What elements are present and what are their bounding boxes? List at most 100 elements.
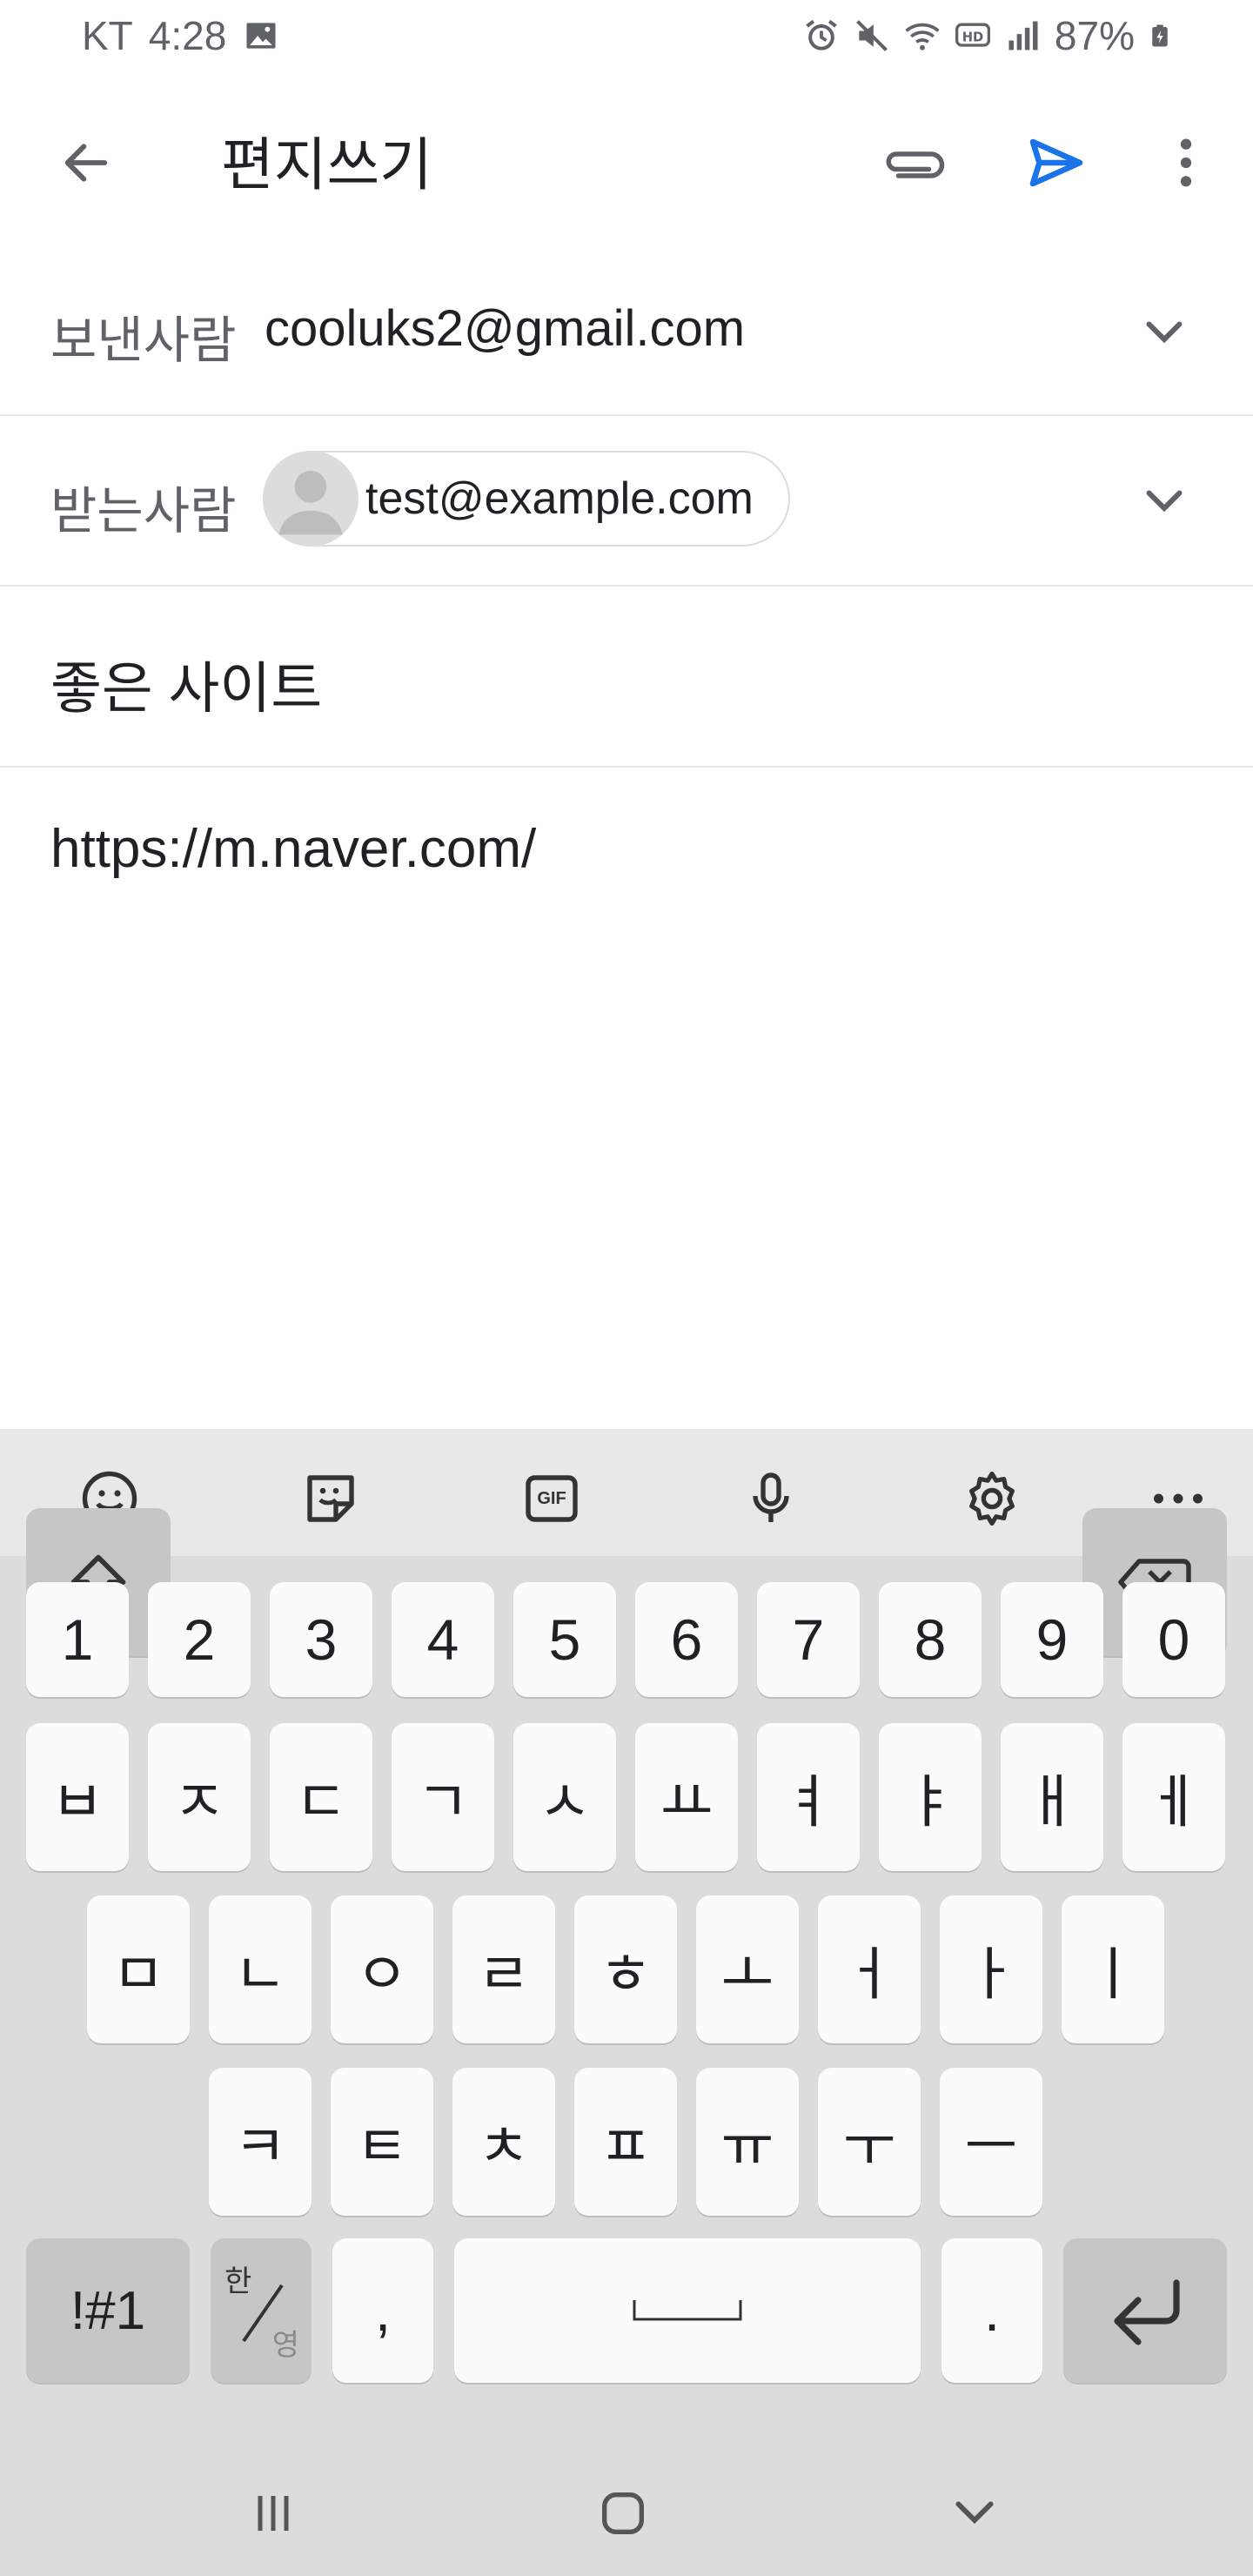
number-key[interactable]: 8 [879,1582,982,1697]
letter-key[interactable]: ㄷ [270,1723,372,1871]
number-key[interactable]: 2 [148,1582,251,1697]
letter-key[interactable]: ㅊ [452,2068,555,2216]
more-horiz-icon [1154,1493,1203,1504]
to-row[interactable]: 받는사람 test@example.com [0,416,1253,587]
letter-key[interactable]: ㅁ [87,1895,190,2043]
space-bar-icon [633,2300,742,2321]
letter-key[interactable]: ㅓ [818,1895,921,2043]
number-key[interactable]: 9 [1001,1582,1103,1697]
letter-key-label: ㅎ [599,1942,653,2006]
letter-key[interactable]: ㅠ [696,2068,799,2216]
number-key[interactable]: 3 [270,1582,372,1697]
carrier: KT [82,13,133,58]
chevron-down-icon[interactable] [1138,473,1190,526]
letter-key[interactable]: ㅇ [331,1895,433,2043]
recents-button[interactable] [238,2479,308,2548]
signal-icon [1008,21,1038,50]
lang-key-bottom: 영 [271,2329,299,2362]
number-key[interactable]: 0 [1122,1582,1225,1697]
to-label: 받는사람 [50,483,237,540]
letter-key[interactable]: ㅂ [26,1723,129,1871]
letter-key[interactable]: ㅗ [696,1895,799,2043]
battery-charging-icon [1152,24,1168,47]
voice-input-button[interactable] [738,1466,804,1532]
space-key[interactable] [454,2238,921,2383]
letter-key-label: ㅂ [50,1769,104,1834]
sticker-button[interactable] [298,1466,364,1532]
letter-key[interactable]: ㅎ [574,1895,677,2043]
letter-key[interactable]: ㄴ [209,1895,312,2043]
symbols-key-label: !#1 [70,2280,146,2341]
letter-key[interactable]: ㅏ [940,1895,1042,2043]
letter-key[interactable]: ㅑ [879,1723,982,1871]
subject-field[interactable]: 좋은 사이트 [0,587,1253,768]
chevron-down-icon[interactable] [1138,305,1190,357]
letter-key[interactable]: ㅈ [148,1723,251,1871]
letter-key-label: ㅁ [111,1942,165,2006]
letter-key[interactable]: ㅕ [757,1723,860,1871]
letter-key-label: ㅑ [903,1769,957,1834]
letter-key-label: ㄴ [233,1942,287,2006]
enter-key[interactable] [1063,2238,1227,2383]
more-vert-icon [1180,138,1192,187]
back-arrow-icon [64,144,108,182]
number-key-label: 4 [426,1607,459,1672]
symbols-key[interactable]: !#1 [26,2238,190,2383]
letter-key-label: ㅓ [842,1942,896,2006]
letter-key[interactable]: ㅔ [1122,1723,1225,1871]
letter-key[interactable]: ㄹ [452,1895,555,2043]
letter-key[interactable]: ㅣ [1062,1895,1164,2043]
keyboard-toolbar: GIF [0,1429,1253,1556]
letter-key-label: ㅗ [720,1942,774,2006]
letter-key[interactable]: ㅋ [209,2068,312,2216]
clock: 4:28 [148,13,227,58]
battery-percent: 87% [1054,13,1135,58]
comma-key-label: , [374,2278,392,2343]
letter-key[interactable]: ㅜ [818,2068,921,2216]
number-key-label: 3 [305,1607,338,1672]
app-toolbar: 편지쓰기 [0,87,1253,235]
number-key[interactable]: 7 [757,1582,860,1697]
attach-button[interactable] [872,124,955,202]
letter-key[interactable]: ㅅ [513,1723,616,1871]
number-key[interactable]: 1 [26,1582,129,1697]
from-row[interactable]: 보낸사람 cooluks2@gmail.com [0,245,1253,416]
back-nav-button[interactable] [940,2479,1009,2548]
overflow-menu-button[interactable] [1147,124,1225,202]
from-label: 보낸사람 [50,312,237,369]
recipient-email: test@example.com [365,473,754,524]
home-button[interactable] [588,2479,658,2548]
letter-key-label: ㄷ [294,1769,348,1834]
from-value: cooluks2@gmail.com [265,300,746,357]
status-bar: KT 4:28 HD 87% [0,0,1253,73]
keyboard-settings-button[interactable] [959,1466,1025,1532]
period-key[interactable]: . [941,2238,1042,2383]
number-key[interactable]: 4 [392,1582,494,1697]
letter-key[interactable]: ㅐ [1001,1723,1103,1871]
back-button[interactable] [47,124,125,202]
sticker-icon [307,1475,354,1522]
number-key-label: 9 [1035,1607,1069,1672]
send-button[interactable] [1015,124,1098,202]
letter-key[interactable]: ㅡ [940,2068,1042,2216]
letter-key-label: ㅈ [172,1769,226,1834]
letter-key[interactable]: ㅌ [331,2068,433,2216]
comma-key[interactable]: , [332,2238,433,2383]
number-key-label: 2 [183,1607,216,1672]
number-key-label: 6 [670,1607,703,1672]
letter-key[interactable]: ㄱ [392,1723,494,1871]
number-key-label: 7 [792,1607,825,1672]
letter-key-label: ㅏ [964,1942,1018,2006]
compose-body[interactable]: https://m.naver.com/ [50,818,536,880]
number-key[interactable]: 6 [635,1582,738,1697]
recents-icon [258,2496,289,2531]
period-key-label: . [983,2278,1001,2343]
recipient-chip[interactable]: test@example.com [263,451,790,547]
number-key-label: 1 [61,1607,94,1672]
letter-key[interactable]: ㅍ [574,2068,677,2216]
language-switch-key[interactable]: 한 영 [211,2238,312,2383]
gif-button[interactable]: GIF [519,1466,585,1532]
wifi-icon [905,23,940,50]
letter-key[interactable]: ㅛ [635,1723,738,1871]
number-key[interactable]: 5 [513,1582,616,1697]
